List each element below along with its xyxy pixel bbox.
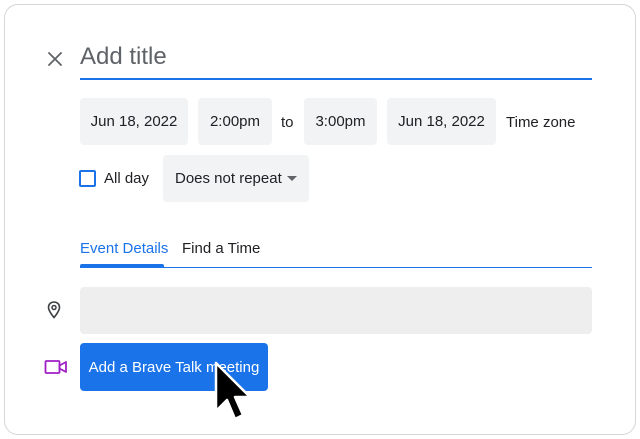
- start-date-button[interactable]: Jun 18, 2022: [80, 98, 188, 145]
- location-input[interactable]: [80, 287, 592, 334]
- close-button[interactable]: [44, 48, 66, 70]
- end-time-button[interactable]: 3:00pm: [304, 98, 377, 145]
- repeat-dropdown[interactable]: Does not repeat: [163, 155, 309, 202]
- end-date-label: Jun 18, 2022: [398, 113, 485, 130]
- add-brave-talk-button[interactable]: Add a Brave Talk meeting: [80, 343, 268, 391]
- tab-find-a-time[interactable]: Find a Time: [182, 240, 260, 257]
- start-date-label: Jun 18, 2022: [90, 113, 178, 130]
- start-time-label: 2:00pm: [209, 113, 261, 130]
- location-pin-icon: [47, 301, 61, 319]
- chevron-down-icon: [287, 176, 297, 181]
- tab-event-details[interactable]: Event Details: [80, 240, 168, 257]
- close-icon: [48, 52, 62, 66]
- to-separator: to: [281, 114, 294, 131]
- all-day-checkbox[interactable]: [79, 170, 96, 187]
- title-input[interactable]: [80, 40, 592, 80]
- timezone-link[interactable]: Time zone: [506, 114, 575, 131]
- start-time-button[interactable]: 2:00pm: [198, 98, 272, 145]
- repeat-selected-value: Does not repeat: [175, 170, 282, 187]
- tabs-divider: [80, 267, 592, 268]
- video-camera-icon: [44, 360, 67, 374]
- all-day-label: All day: [104, 170, 150, 187]
- end-time-label: 3:00pm: [315, 113, 366, 130]
- add-brave-talk-label: Add a Brave Talk meeting: [88, 358, 260, 376]
- end-date-button[interactable]: Jun 18, 2022: [387, 98, 496, 145]
